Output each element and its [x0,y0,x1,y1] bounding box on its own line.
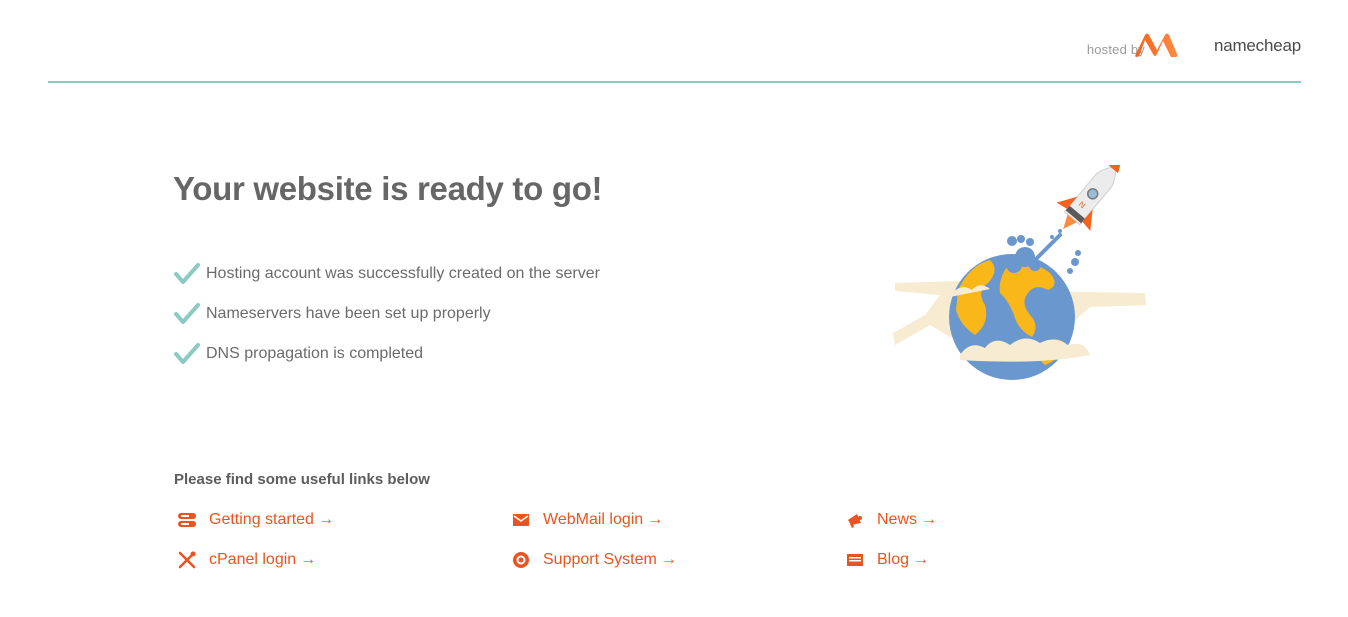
link-label: News [877,511,918,528]
arrow-icon: → [660,551,677,568]
rocket-globe-illustration: N [893,165,1146,380]
link-label: Getting started [209,511,314,528]
links-heading: Please find some useful links below [174,471,430,488]
link-label: cPanel login [209,551,297,568]
check-icon [174,303,200,324]
link-webmail-login[interactable]: WebMail login → [511,508,663,532]
namecheap-logo-icon[interactable] [1133,32,1179,58]
link-news[interactable]: News → [845,508,937,532]
checklist-item: Nameservers have been set up properly [174,294,600,334]
arrow-icon: → [317,511,334,528]
link-label: Support System [543,551,657,568]
checklist-item-text: DNS propagation is completed [206,345,424,362]
check-icon [174,343,200,364]
checklist-item: DNS propagation is completed [174,334,600,374]
server-icon [178,513,196,527]
arrow-icon: → [300,551,317,568]
page-title: Your website is ready to go! [173,170,603,207]
arrow-icon: → [647,511,664,528]
page: hosted by namecheap Your website is read… [0,0,1348,617]
link-label: WebMail login [543,511,644,528]
namecheap-wordmark[interactable]: namecheap [1214,36,1301,56]
tools-icon [178,551,196,569]
arrow-icon: → [921,511,938,528]
lifebuoy-icon [513,552,529,568]
checklist-item-text: Nameservers have been set up properly [206,305,491,322]
arrow-icon: → [913,551,930,568]
blog-icon [847,554,863,566]
checklist-item-text: Hosting account was successfully created… [206,265,600,282]
link-getting-started[interactable]: Getting started → [177,508,334,532]
status-checklist: Hosting account was successfully created… [174,254,600,374]
check-icon [174,263,200,284]
envelope-icon [513,514,529,526]
link-cpanel-login[interactable]: cPanel login → [177,548,316,572]
link-label: Blog [877,551,910,568]
checklist-item: Hosting account was successfully created… [174,254,600,294]
megaphone-icon [848,514,862,528]
link-blog[interactable]: Blog → [845,548,929,572]
header: hosted by namecheap [48,0,1301,83]
link-support-system[interactable]: Support System → [511,548,677,572]
